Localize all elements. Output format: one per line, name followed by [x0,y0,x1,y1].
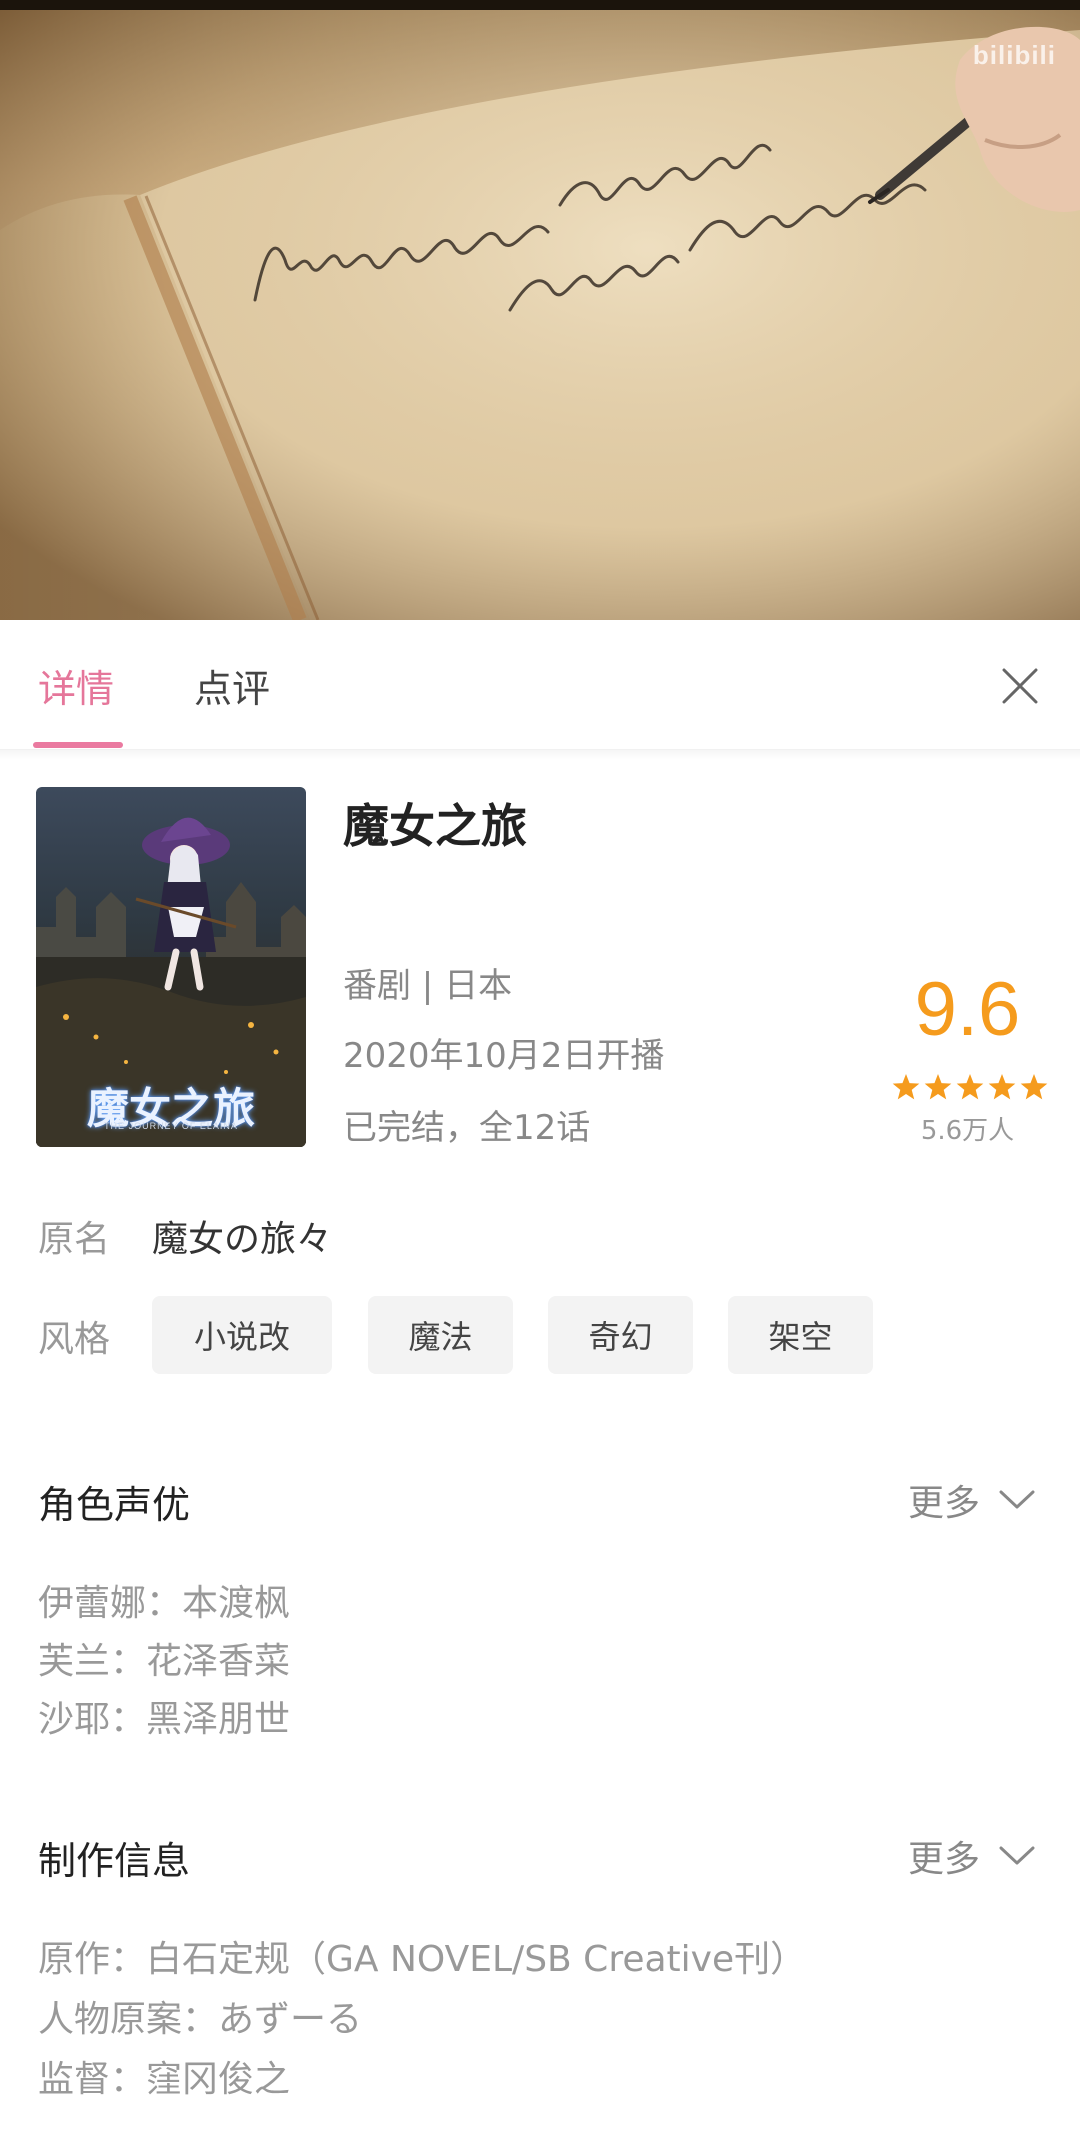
separator: ： [182,1999,219,2040]
separator: ： [146,1583,183,1624]
video-watermark: bilibili [972,40,1056,70]
production-value: あずーる [218,1999,363,2040]
star-icon [892,1074,920,1100]
separator: ： [110,1699,147,1740]
episode-status: 已完结，全12话 [343,1108,591,1148]
tab-reviews[interactable]: 点评 [194,658,270,713]
rating-count: 5.6万人 [920,1116,1015,1146]
production-more-button[interactable]: 更多 [908,1830,1036,1882]
close-button[interactable] [990,656,1050,716]
production-value: 窪冈俊之 [146,2059,291,2100]
cast-more-label: 更多 [908,1483,981,1524]
cast-actor: 黑泽朋世 [146,1699,291,1740]
style-label: 风格 [38,1319,111,1360]
star-rating [892,1074,1048,1100]
cast-role: 芙兰 [38,1641,111,1682]
cast-more-button[interactable]: 更多 [908,1474,1036,1526]
production-item: 人物原案：あずーる [38,1990,362,2042]
type-region: 番剧 | 日本 [343,966,513,1006]
production-item: 原作：白石定规（GA NOVEL/SB Creative刊） [38,1930,806,1982]
cast-role: 伊蕾娜 [38,1583,147,1624]
cast-item: 芙兰：花泽香菜 [38,1632,290,1684]
video-player[interactable]: bilibili [0,0,1080,620]
cast-item: 沙耶：黑泽朋世 [38,1690,290,1742]
star-icon [924,1074,952,1100]
chevron-down-icon [999,1846,1035,1865]
production-key: 监督 [38,2059,111,2100]
tab-bar: 详情 点评 [0,620,1080,750]
style-tag[interactable]: 架空 [728,1296,873,1374]
tab-bar-shadow [0,750,1080,760]
production-value: 白石定规（GA NOVEL/SB Creative刊） [146,1939,807,1980]
cast-item: 伊蕾娜：本渡枫 [38,1574,290,1626]
cast-actor: 本渡枫 [182,1583,291,1624]
original-name-value: 魔女の旅々 [152,1219,333,1260]
anime-title: 魔女之旅 [343,799,527,853]
production-key: 原作 [38,1939,111,1980]
production-more-label: 更多 [908,1839,981,1880]
chevron-down-icon [999,1490,1035,1509]
production-section-title: 制作信息 [38,1839,191,1883]
score-value: 9.6 [914,967,1021,1052]
close-icon [1002,668,1038,704]
video-frame-book-scene [0,0,1080,620]
style-tag[interactable]: 奇幻 [548,1296,693,1374]
separator: ： [110,1939,147,1980]
style-tag[interactable]: 魔法 [368,1296,513,1374]
poster-image[interactable]: 魔女之旅 THE JOURNEY OF ELAINA [36,787,306,1147]
production-key: 人物原案 [38,1999,183,2040]
premiere-date: 2020年10月2日开播 [343,1036,665,1076]
separator: ： [110,1641,147,1682]
star-icon [956,1074,984,1100]
cast-role: 沙耶 [38,1699,111,1740]
poster-subtitle: THE JOURNEY OF ELAINA [104,1121,238,1131]
style-tag[interactable]: 小说改 [152,1296,332,1374]
tab-details[interactable]: 详情 [38,658,114,713]
cast-actor: 花泽香菜 [146,1641,291,1682]
production-item: 监督：窪冈俊之 [38,2050,290,2102]
original-name-label: 原名 [38,1219,111,1260]
star-icon [1020,1074,1048,1100]
video-top-bar [0,0,1080,10]
star-icon [988,1074,1016,1100]
cast-section-title: 角色声优 [38,1483,191,1527]
active-tab-indicator [33,742,123,748]
separator: ： [110,2059,147,2100]
